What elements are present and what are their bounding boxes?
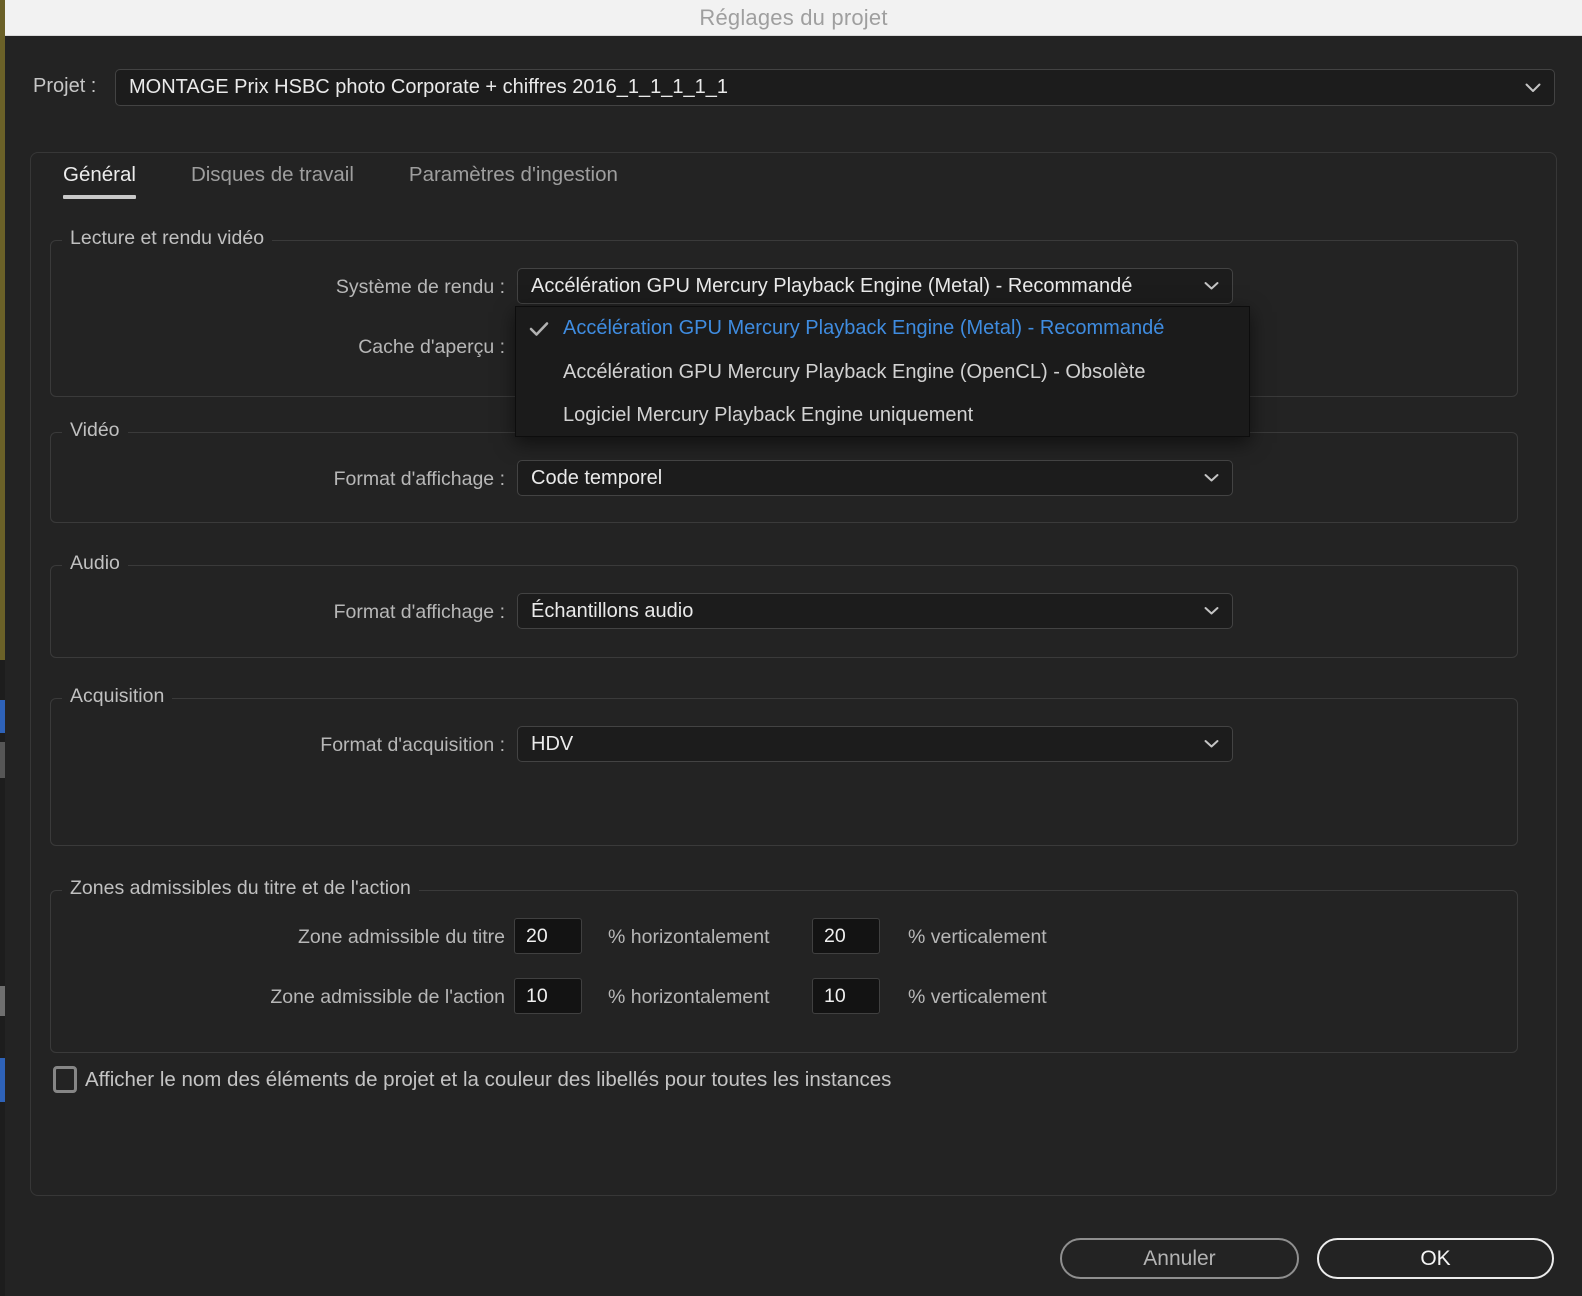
- renderer-select-value: Accélération GPU Mercury Playback Engine…: [531, 274, 1133, 297]
- renderer-label: Système de rendu :: [335, 276, 505, 298]
- dialog-title: Réglages du projet: [699, 4, 888, 30]
- capture-format-select[interactable]: HDV: [517, 726, 1233, 762]
- project-select[interactable]: MONTAGE Prix HSBC photo Corporate + chif…: [115, 69, 1555, 106]
- action-safe-zone-label: Zone admissible de l'action: [270, 986, 505, 1008]
- background-sliver-segment: [0, 1016, 5, 1058]
- background-sliver-segment: [0, 700, 5, 733]
- background-sliver-segment: [0, 660, 5, 700]
- video-display-format-value: Code temporel: [531, 466, 663, 489]
- chevron-down-icon: [1204, 282, 1219, 291]
- group-capture-legend: Acquisition: [62, 685, 173, 708]
- title-safe-zone-label: Zone admissible du titre: [297, 926, 505, 948]
- action-safe-vertical-input[interactable]: [812, 978, 880, 1014]
- tab-general[interactable]: Général: [63, 163, 136, 199]
- cancel-button[interactable]: Annuler: [1060, 1238, 1299, 1279]
- background-sliver-segment: [0, 0, 5, 660]
- background-sliver-segment: [0, 1058, 5, 1102]
- checkmark-icon: [529, 321, 549, 336]
- chevron-down-icon: [1204, 740, 1219, 749]
- display-project-item-names-label: Afficher le nom des éléments de projet e…: [85, 1068, 892, 1091]
- group-video-legend: Vidéo: [62, 419, 128, 442]
- background-sliver-segment: [0, 986, 5, 1016]
- display-project-item-names-checkbox[interactable]: [53, 1066, 77, 1093]
- menu-item-software[interactable]: Logiciel Mercury Playback Engine uniquem…: [516, 394, 1249, 438]
- project-label: Projet :: [33, 75, 97, 97]
- chevron-down-icon: [1204, 474, 1219, 483]
- video-display-format-label: Format d'affichage :: [333, 468, 505, 490]
- group-safe-zones-legend: Zones admissibles du titre et de l'actio…: [62, 877, 419, 900]
- action-safe-horizontal-input[interactable]: [514, 978, 582, 1014]
- menu-item-label: Logiciel Mercury Playback Engine uniquem…: [563, 404, 974, 427]
- vertical-percent-suffix: % verticalement: [908, 926, 1047, 948]
- tab-bar: Général Disques de travail Paramètres d'…: [63, 163, 618, 199]
- preview-cache-label: Cache d'aperçu :: [358, 336, 505, 358]
- group-capture: Acquisition: [50, 685, 1518, 846]
- project-select-value: MONTAGE Prix HSBC photo Corporate + chif…: [129, 76, 729, 98]
- dialog-titlebar: Réglages du projet: [5, 0, 1582, 36]
- chevron-down-icon: [1525, 83, 1541, 93]
- audio-display-format-label: Format d'affichage :: [333, 601, 505, 623]
- menu-item-metal[interactable]: Accélération GPU Mercury Playback Engine…: [516, 307, 1249, 351]
- ok-button[interactable]: OK: [1317, 1238, 1554, 1279]
- audio-display-format-value: Échantillons audio: [531, 599, 694, 622]
- group-playback-legend: Lecture et rendu vidéo: [62, 227, 273, 250]
- capture-format-label: Format d'acquisition :: [320, 734, 505, 756]
- vertical-percent-suffix: % verticalement: [908, 986, 1047, 1008]
- title-safe-horizontal-input[interactable]: [514, 918, 582, 954]
- video-display-format-select[interactable]: Code temporel: [517, 460, 1233, 496]
- renderer-select[interactable]: Accélération GPU Mercury Playback Engine…: [517, 268, 1233, 304]
- group-audio-legend: Audio: [62, 552, 128, 575]
- menu-item-label: Accélération GPU Mercury Playback Engine…: [563, 360, 1146, 383]
- background-sliver-segment: [0, 778, 5, 986]
- menu-item-opencl[interactable]: Accélération GPU Mercury Playback Engine…: [516, 351, 1249, 395]
- background-sliver-segment: [0, 742, 5, 778]
- title-safe-vertical-input[interactable]: [812, 918, 880, 954]
- tab-ingest-settings[interactable]: Paramètres d'ingestion: [409, 163, 618, 199]
- background-sliver-segment: [0, 733, 5, 742]
- capture-format-value: HDV: [531, 732, 574, 755]
- renderer-dropdown-menu: Accélération GPU Mercury Playback Engine…: [515, 306, 1250, 437]
- chevron-down-icon: [1204, 607, 1219, 616]
- audio-display-format-select[interactable]: Échantillons audio: [517, 593, 1233, 629]
- background-sliver-segment: [0, 1102, 5, 1296]
- tab-scratch-disks[interactable]: Disques de travail: [191, 163, 354, 199]
- menu-item-label: Accélération GPU Mercury Playback Engine…: [563, 317, 1165, 340]
- horizontal-percent-suffix: % horizontalement: [608, 986, 770, 1008]
- desktop-background-sliver: [0, 0, 5, 1296]
- group-safe-zones: Zones admissibles du titre et de l'actio…: [50, 877, 1518, 1053]
- horizontal-percent-suffix: % horizontalement: [608, 926, 770, 948]
